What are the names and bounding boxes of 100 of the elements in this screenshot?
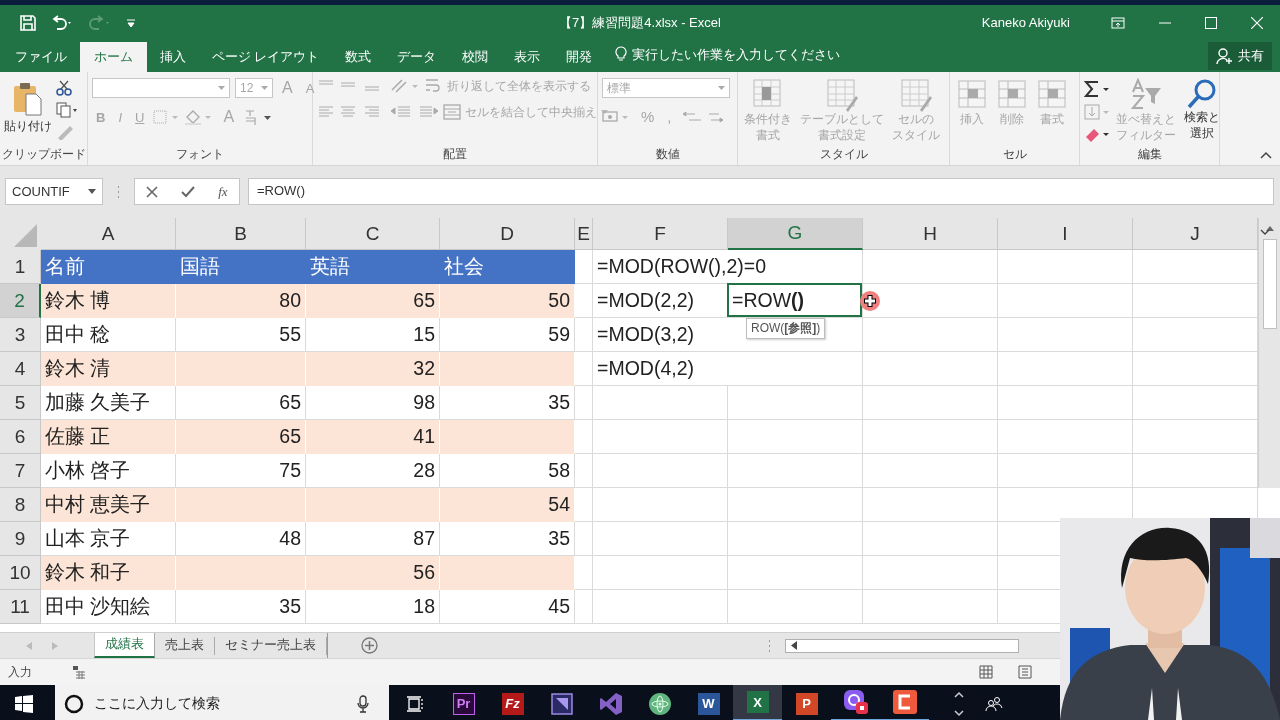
column-header[interactable]: D: [440, 218, 575, 250]
collapse-ribbon-icon[interactable]: [1260, 151, 1272, 159]
row-header[interactable]: 6: [0, 420, 41, 454]
customize-icon[interactable]: [126, 17, 136, 28]
sheet-tab[interactable]: セミナー売上表: [215, 636, 327, 655]
normal-view-icon[interactable]: [979, 665, 993, 679]
cursor-icon: [860, 291, 880, 311]
table-cell: 鈴木 清: [41, 352, 176, 386]
atom-icon: [647, 691, 672, 716]
column-header[interactable]: C: [306, 218, 440, 250]
save-icon[interactable]: [20, 14, 36, 31]
row-header[interactable]: 2: [0, 284, 41, 318]
table-cell: 中村 恵美子: [41, 488, 176, 522]
tell-me-field[interactable]: 実行したい作業を入力してください: [632, 47, 841, 64]
status-mode: 入力: [8, 663, 32, 681]
ribbon-tab[interactable]: データ: [384, 42, 450, 72]
row-header[interactable]: 7: [0, 454, 41, 488]
ribbon-tab[interactable]: ページ レイアウト: [199, 42, 333, 72]
name-box[interactable]: COUNTIF: [5, 178, 103, 205]
check-icon[interactable]: [181, 185, 196, 198]
horizontal-scrollbar[interactable]: [785, 638, 1019, 653]
grip-icon: [117, 184, 120, 199]
maximize-icon[interactable]: [1205, 16, 1217, 29]
taskbar-app[interactable]: Pr: [439, 685, 488, 720]
copy-icon[interactable]: [56, 102, 78, 118]
sheet-tab[interactable]: 成績表: [94, 633, 155, 658]
table-cell: [575, 488, 593, 522]
undo-icon[interactable]: [50, 14, 74, 31]
task-view-icon[interactable]: [406, 695, 424, 712]
ribbon-tab[interactable]: ホーム: [80, 42, 147, 72]
taskbar-app[interactable]: P: [782, 685, 831, 720]
wrap-text-icon: [425, 78, 443, 94]
formula-field[interactable]: =ROW(): [248, 178, 1274, 205]
cell-editor[interactable]: =ROW(): [727, 283, 862, 317]
table-cell: [575, 352, 593, 386]
sheet-tab[interactable]: 売上表: [155, 636, 215, 655]
scroll-up-icon[interactable]: [1265, 226, 1274, 231]
scroll-left-icon[interactable]: [791, 641, 797, 650]
table-cell: 54: [440, 488, 575, 522]
ribbon-tab[interactable]: 表示: [501, 42, 554, 72]
taskbar-app[interactable]: W: [684, 685, 733, 720]
row-header[interactable]: 5: [0, 386, 41, 420]
column-header[interactable]: E: [575, 218, 593, 250]
table-cell: [575, 284, 593, 318]
autosum-icon[interactable]: [1084, 80, 1110, 98]
table-cell: 社会: [440, 250, 575, 284]
taskbar-app[interactable]: X: [733, 685, 782, 720]
row-header[interactable]: 3: [0, 318, 41, 352]
row-header[interactable]: 9: [0, 522, 41, 556]
find-select-button[interactable]: 検索と 選択: [1182, 78, 1222, 142]
caret-icon: [601, 110, 608, 114]
eraser-icon[interactable]: [1084, 126, 1110, 142]
table-cell: =MOD(4,2): [593, 352, 863, 386]
close-icon[interactable]: [1251, 16, 1263, 29]
people-icon[interactable]: [985, 695, 1003, 712]
table-cell: [575, 590, 593, 624]
row-header[interactable]: 10: [0, 556, 41, 590]
row-header[interactable]: 4: [0, 352, 41, 386]
table-style-icon: [900, 78, 932, 112]
cancel-icon[interactable]: [146, 185, 159, 198]
table-cell: 国語: [176, 250, 306, 284]
taskbar-search-field[interactable]: ここに入力して検索: [55, 685, 389, 720]
windows-start-icon[interactable]: [15, 694, 33, 713]
row-header[interactable]: 11: [0, 590, 41, 624]
visual-studio-icon: [598, 691, 623, 716]
column-header[interactable]: H: [863, 218, 998, 250]
up-down-arrows-icon[interactable]: [954, 690, 964, 717]
macro-record-icon[interactable]: [72, 665, 86, 679]
table-cell: 56: [306, 556, 440, 590]
ribbon-tab[interactable]: ファイル: [2, 42, 80, 72]
clipboard-icon: [13, 82, 43, 116]
column-header[interactable]: I: [998, 218, 1133, 250]
column-header[interactable]: J: [1133, 218, 1258, 250]
group-label: 配置: [443, 147, 467, 162]
column-header[interactable]: A: [41, 218, 176, 250]
column-header[interactable]: F: [593, 218, 728, 250]
table-cell: [575, 420, 593, 454]
row-header[interactable]: 8: [0, 488, 41, 522]
taskbar-app[interactable]: Fz: [488, 685, 537, 720]
add-sheet-icon[interactable]: [361, 637, 378, 654]
scrollbar-thumb[interactable]: [1262, 239, 1277, 329]
page-layout-icon[interactable]: [1018, 665, 1032, 679]
share-button[interactable]: 共有: [1208, 42, 1272, 70]
search-icon: [1187, 78, 1217, 110]
scissors-icon[interactable]: [56, 80, 72, 96]
minimize-icon[interactable]: [1159, 21, 1171, 24]
ribbon-tab[interactable]: 校閲: [449, 42, 502, 72]
column-header[interactable]: G: [728, 218, 863, 250]
ribbon-tab[interactable]: 数式: [332, 42, 385, 72]
vertical-scrollbar[interactable]: [1258, 218, 1280, 488]
column-header[interactable]: B: [176, 218, 306, 250]
group-label: 数値: [655, 147, 680, 162]
row-header[interactable]: 1: [0, 250, 41, 284]
ribbon-tab[interactable]: 開発: [553, 42, 606, 72]
split-handle-icon[interactable]: [768, 639, 771, 652]
ribbon-display-icon[interactable]: [1111, 16, 1125, 29]
ribbon-tab[interactable]: 挿入: [147, 42, 199, 72]
paste-button[interactable]: 貼り付け: [4, 78, 52, 135]
table-cell: 35: [176, 590, 306, 624]
insert-function-button[interactable]: fx: [218, 183, 228, 200]
